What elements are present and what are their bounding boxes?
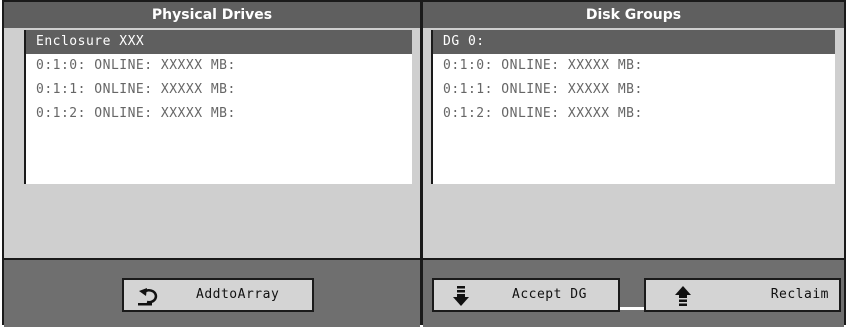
list-item-enclosure[interactable]: Enclosure XXX [26, 30, 412, 54]
list-item-drive[interactable]: 0:1:0: ONLINE: XXXXX MB: [433, 54, 835, 78]
button-separator [620, 307, 644, 310]
list-item-disk-group[interactable]: DG 0: [433, 30, 835, 54]
disk-groups-footer: Accept DG Reclaim [423, 258, 844, 327]
list-item-drive[interactable]: 0:1:1: ONLINE: XXXXX MB: [433, 78, 835, 102]
add-to-array-button[interactable]: AddtoArray [122, 278, 314, 312]
accept-dg-label: Accept DG [512, 287, 587, 302]
disk-groups-panel: Disk Groups DG 0: 0:1:0: ONLINE: XXXXX M… [422, 0, 846, 327]
physical-drives-footer: AddtoArray [4, 258, 420, 327]
accept-dg-button[interactable]: Accept DG [432, 278, 620, 312]
list-item-drive[interactable]: 0:1:2: ONLINE: XXXXX MB: [26, 102, 412, 126]
arrow-up-icon [675, 286, 691, 306]
disk-groups-title: Disk Groups [423, 2, 844, 28]
physical-drives-title: Physical Drives [4, 2, 420, 28]
physical-drives-list[interactable]: Enclosure XXX 0:1:0: ONLINE: XXXXX MB: 0… [24, 30, 412, 184]
undo-arrow-icon [138, 288, 158, 306]
reclaim-label: Reclaim [770, 287, 829, 302]
list-item-drive[interactable]: 0:1:0: ONLINE: XXXXX MB: [26, 54, 412, 78]
arrow-down-icon [453, 286, 469, 306]
list-item-drive[interactable]: 0:1:1: ONLINE: XXXXX MB: [26, 78, 412, 102]
list-item-drive[interactable]: 0:1:2: ONLINE: XXXXX MB: [433, 102, 835, 126]
disk-groups-list[interactable]: DG 0: 0:1:0: ONLINE: XXXXX MB: 0:1:1: ON… [431, 30, 835, 184]
physical-drives-panel: Physical Drives Enclosure XXX 0:1:0: ONL… [2, 0, 422, 327]
reclaim-button[interactable]: Reclaim [644, 278, 841, 312]
add-to-array-label: AddtoArray [196, 287, 280, 302]
